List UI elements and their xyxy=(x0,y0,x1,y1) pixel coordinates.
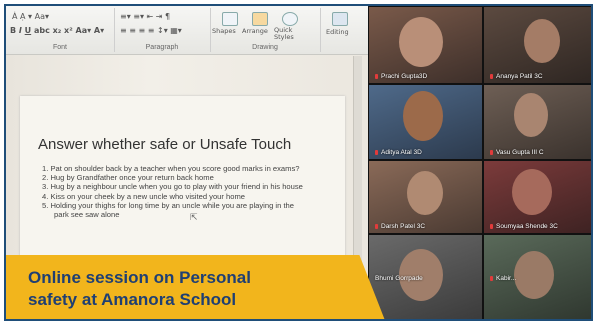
participant-video xyxy=(407,171,443,215)
photo-frame: Ȧ Ạ ▾ Aa▾ B I U abc x₂ x² Aa▾ A▾ Font … xyxy=(4,4,593,321)
participant-tile: Soumyaa Shende 3C xyxy=(483,160,591,234)
document-title: Answer whether safe or Unsafe Touch xyxy=(38,136,292,153)
font-group: Ȧ Ạ ▾ Aa▾ B I U abc x₂ x² Aa▾ A▾ Font xyxy=(6,8,115,52)
shapes-label: Shapes xyxy=(212,27,236,35)
arrange-label: Arrange xyxy=(242,27,268,35)
participant-name: Vasu Gupta III C xyxy=(490,149,544,156)
arrange-icon xyxy=(252,12,268,26)
participant-name: Bhumi Gorrpade xyxy=(375,275,423,282)
drawing-group: Shapes Arrange Quick Styles Drawing xyxy=(210,8,321,52)
list-item: 1. Pat on shoulder back by a teacher whe… xyxy=(42,164,300,173)
participant-video xyxy=(399,17,443,67)
font-group-label: Font xyxy=(52,44,67,51)
shapes-icon xyxy=(222,12,238,26)
caption-line-2: safety at Amanora School xyxy=(28,290,237,309)
participant-tile: Prachi Gupta3D xyxy=(368,6,483,84)
participant-tile: Aditya Atal 3D xyxy=(368,84,483,160)
word-ribbon: Ȧ Ạ ▾ Aa▾ B I U abc x₂ x² Aa▾ A▾ Font … xyxy=(6,6,368,55)
participant-name: Ananya Patil 3C xyxy=(490,73,543,80)
paragraph-group-label: Paragraph xyxy=(145,44,179,51)
muted-mic-icon xyxy=(490,149,493,155)
list-indent-controls: ≡▾ ≡▾ ⇤ ⇥ ¶ xyxy=(120,12,171,21)
question-list: 1. Pat on shoulder back by a teacher whe… xyxy=(42,164,342,219)
participant-video xyxy=(524,19,560,63)
participant-tile: Kabir... xyxy=(483,234,591,319)
format-buttons: B I U abc x₂ x² Aa▾ A▾ xyxy=(10,26,105,35)
caption-banner: Online session on Personal safety at Ama… xyxy=(6,255,386,319)
participant-video xyxy=(514,251,554,299)
font-size-controls: Ȧ Ạ ▾ Aa▾ xyxy=(12,12,49,21)
find-icon xyxy=(332,12,348,26)
participant-name: Soumyaa Shende 3C xyxy=(490,223,558,230)
participant-tile: Darsh Patel 3C xyxy=(368,160,483,234)
muted-mic-icon xyxy=(490,275,493,281)
muted-mic-icon xyxy=(490,223,493,229)
participant-tile: Bhumi Gorrpade xyxy=(368,234,483,319)
participant-name: Aditya Atal 3D xyxy=(375,149,422,156)
caption-line-1: Online session on Personal xyxy=(28,268,251,287)
mouse-cursor-icon: ⇱ xyxy=(190,212,198,222)
list-item: 2. Hug by Grandfather once your return b… xyxy=(42,173,214,183)
participant-video xyxy=(512,169,552,215)
quick-styles-label: Quick Styles xyxy=(274,26,294,41)
participant-tile: Vasu Gupta III C xyxy=(483,84,591,160)
participant-name: Prachi Gupta3D xyxy=(375,73,427,80)
muted-mic-icon xyxy=(375,223,378,229)
quick-styles-icon xyxy=(282,12,298,26)
muted-mic-icon xyxy=(490,73,493,79)
list-item: 4. Kiss on your cheek by a new uncle who… xyxy=(42,191,246,201)
participant-video xyxy=(403,91,443,141)
editing-label: Editing xyxy=(326,28,349,36)
editing-group: Editing xyxy=(320,8,360,52)
list-item: 5. Holding your thighs for long time by … xyxy=(42,200,295,210)
participant-name: Darsh Patel 3C xyxy=(375,223,425,230)
paragraph-group: ≡▾ ≡▾ ⇤ ⇥ ¶ ≡ ≡ ≡ ≡ ↕▾ ▦▾ Paragraph xyxy=(114,8,211,52)
list-item: 3. Hug by a neighbour uncle when you go … xyxy=(42,182,303,192)
participant-name: Kabir... xyxy=(490,275,516,282)
drawing-group-label: Drawing xyxy=(252,44,278,51)
alignment-controls: ≡ ≡ ≡ ≡ ↕▾ ▦▾ xyxy=(120,26,182,35)
video-call-grid: Prachi Gupta3D Ananya Patil 3C Aditya At… xyxy=(368,6,591,319)
muted-mic-icon xyxy=(375,149,378,155)
muted-mic-icon xyxy=(375,73,378,79)
participant-tile: Ananya Patil 3C xyxy=(483,6,591,84)
participant-video xyxy=(514,93,548,137)
